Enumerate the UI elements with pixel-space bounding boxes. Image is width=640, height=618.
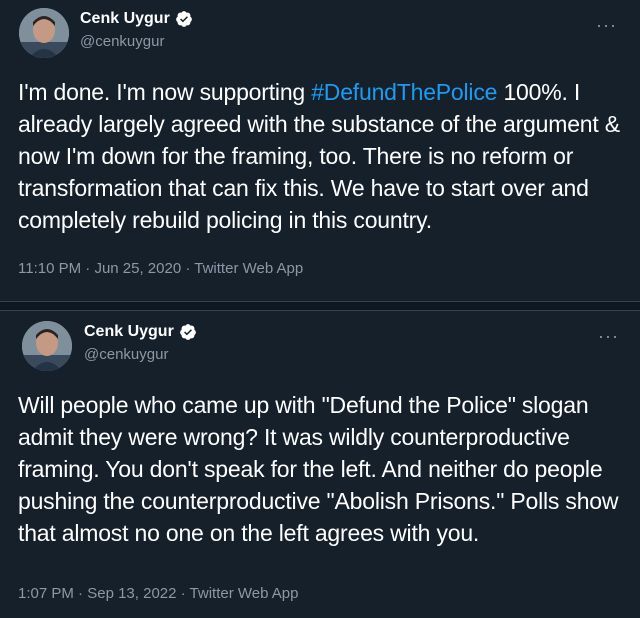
tweet-text: I'm done. I'm now supporting #DefundTheP… bbox=[18, 76, 628, 236]
avatar-image bbox=[19, 8, 69, 58]
verified-badge-icon bbox=[179, 324, 196, 340]
tweet-card[interactable]: Cenk Uygur @cenkuygur ··· Will people wh… bbox=[0, 310, 640, 618]
more-options-icon[interactable]: ··· bbox=[598, 327, 619, 345]
meta-separator: · bbox=[185, 260, 191, 277]
divider bbox=[0, 302, 640, 310]
tweet-date[interactable]: Sep 13, 2022 bbox=[87, 585, 176, 602]
tweet-card[interactable]: Cenk Uygur @cenkuygur ··· I'm done. I'm … bbox=[0, 0, 640, 302]
avatar[interactable] bbox=[19, 8, 69, 58]
tweet-text: Will people who came up with "Defund the… bbox=[18, 392, 619, 546]
meta-separator: · bbox=[78, 585, 84, 602]
verified-badge-icon bbox=[175, 11, 192, 27]
meta-separator: · bbox=[85, 260, 91, 277]
author-name-text: Cenk Uygur bbox=[80, 10, 170, 27]
tweet-source[interactable]: Twitter Web App bbox=[190, 585, 299, 602]
tweet-time[interactable]: 11:10 PM bbox=[18, 260, 81, 277]
hashtag-link[interactable]: #DefundThePolice bbox=[311, 79, 497, 105]
author-handle[interactable]: @cenkuygur bbox=[84, 346, 168, 363]
tweet-text-before: I'm done. I'm now supporting bbox=[18, 79, 312, 105]
tweet-date[interactable]: Jun 25, 2020 bbox=[94, 260, 181, 277]
tweet-meta: 1:07 PM · Sep 13, 2022 · Twitter Web App bbox=[18, 585, 299, 602]
author-handle[interactable]: @cenkuygur bbox=[80, 33, 164, 50]
meta-separator: · bbox=[180, 585, 186, 602]
tweet-time[interactable]: 1:07 PM bbox=[18, 585, 74, 602]
avatar[interactable] bbox=[22, 321, 72, 371]
author-name-text: Cenk Uygur bbox=[84, 323, 174, 340]
more-options-icon[interactable]: ··· bbox=[596, 16, 617, 34]
avatar-image bbox=[22, 321, 72, 371]
tweet-source[interactable]: Twitter Web App bbox=[194, 260, 303, 277]
author-name[interactable]: Cenk Uygur bbox=[84, 323, 197, 341]
tweet-meta: 11:10 PM · Jun 25, 2020 · Twitter Web Ap… bbox=[18, 260, 303, 277]
author-name[interactable]: Cenk Uygur bbox=[80, 10, 193, 28]
